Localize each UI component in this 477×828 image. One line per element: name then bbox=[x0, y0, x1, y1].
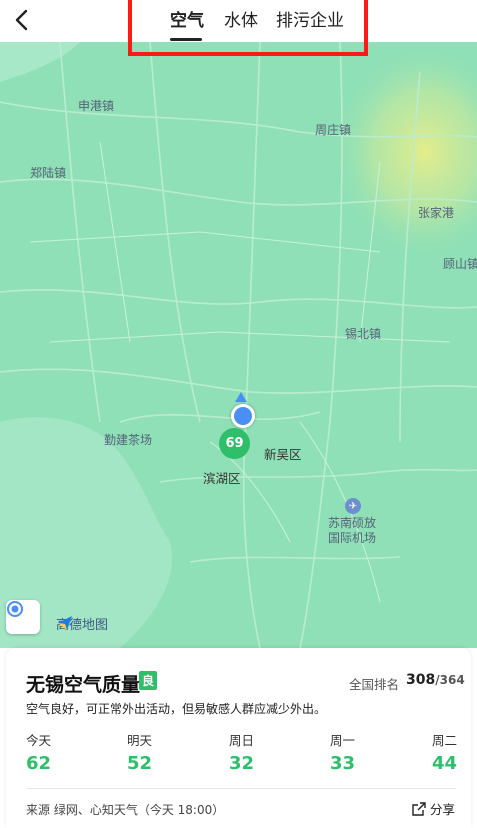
active-tab-indicator bbox=[170, 38, 202, 41]
forecast-item: 周日 32 bbox=[229, 730, 254, 774]
forecast-item: 周二 44 bbox=[432, 730, 457, 774]
district-label: 滨湖区 bbox=[203, 471, 241, 486]
airport-icon: ✈ bbox=[345, 498, 361, 514]
share-button[interactable]: 分享 bbox=[412, 799, 455, 818]
forecast-day: 周日 bbox=[229, 733, 255, 748]
pollution-hotspot bbox=[330, 42, 477, 262]
share-icon bbox=[412, 801, 426, 816]
tab-water[interactable]: 水体 bbox=[224, 6, 258, 31]
map-canvas bbox=[0, 42, 477, 648]
place-label: 申港镇 bbox=[78, 99, 115, 113]
tab-air[interactable]: 空气 bbox=[170, 6, 204, 31]
air-quality-card: 无锡空气质量 良 全国排名 308/364 空气良好，可正常外出活动，但易敏感人… bbox=[6, 648, 471, 828]
top-bar: 空气 水体 排污企业 bbox=[0, 0, 477, 56]
forecast-row: 今天 62 明天 52 周日 32 周一 33 周二 44 bbox=[26, 730, 457, 780]
place-label: 勤建茶场 bbox=[104, 433, 153, 447]
place-label: 张家港 bbox=[418, 206, 455, 220]
rank-number: 308 bbox=[406, 672, 436, 688]
quality-badge: 良 bbox=[139, 671, 158, 690]
aqi-marker[interactable]: 69 bbox=[219, 428, 250, 459]
quality-description: 空气良好，可正常外出活动，但易敏感人群应减少外出。 bbox=[26, 702, 327, 716]
forecast-day: 明天 bbox=[127, 733, 153, 748]
district-label: 新吴区 bbox=[264, 447, 302, 462]
rank-value: 308/364 bbox=[406, 672, 465, 688]
location-heading-icon bbox=[235, 392, 247, 402]
river-area bbox=[0, 42, 80, 82]
chevron-left-icon bbox=[15, 9, 28, 31]
divider bbox=[26, 788, 456, 789]
place-label: 周庄镇 bbox=[315, 123, 352, 137]
amap-logo-icon bbox=[58, 616, 72, 630]
map-view[interactable]: 申港镇 周庄镇 郑陆镇 张家港 顾山镇 锡北镇 勤建茶场 新吴区 滨湖区 ✈ 苏… bbox=[0, 42, 477, 648]
forecast-value: 44 bbox=[432, 753, 458, 774]
forecast-day: 周一 bbox=[330, 733, 356, 748]
place-label: 郑陆镇 bbox=[30, 166, 67, 180]
forecast-value: 33 bbox=[330, 753, 356, 774]
forecast-day: 今天 bbox=[26, 733, 52, 748]
airport-label: 国际机场 bbox=[328, 531, 377, 545]
locate-button[interactable] bbox=[6, 600, 40, 634]
forecast-item: 今天 62 bbox=[26, 730, 51, 774]
forecast-item: 周一 33 bbox=[330, 730, 355, 774]
tab-bar: 空气 水体 排污企业 bbox=[128, 0, 368, 56]
forecast-day: 周二 bbox=[432, 733, 458, 748]
rank-label: 全国排名 bbox=[349, 677, 400, 692]
forecast-value: 52 bbox=[127, 753, 153, 774]
card-title: 无锡空气质量 bbox=[26, 674, 141, 696]
forecast-value: 32 bbox=[229, 753, 255, 774]
locate-icon bbox=[7, 601, 23, 617]
tab-polluters[interactable]: 排污企业 bbox=[276, 6, 344, 31]
forecast-item: 明天 52 bbox=[127, 730, 152, 774]
back-button[interactable] bbox=[8, 6, 36, 34]
place-label: 顾山镇 bbox=[443, 257, 477, 271]
forecast-value: 62 bbox=[26, 753, 52, 774]
data-source: 来源 绿网、心知天气（今天 18:00） bbox=[26, 803, 225, 817]
current-location-marker bbox=[231, 404, 255, 428]
map-brand-logo: 高德地图 bbox=[56, 614, 108, 633]
rank-total: /364 bbox=[435, 673, 465, 687]
share-label: 分享 bbox=[430, 802, 456, 817]
place-label: 锡北镇 bbox=[345, 327, 382, 341]
